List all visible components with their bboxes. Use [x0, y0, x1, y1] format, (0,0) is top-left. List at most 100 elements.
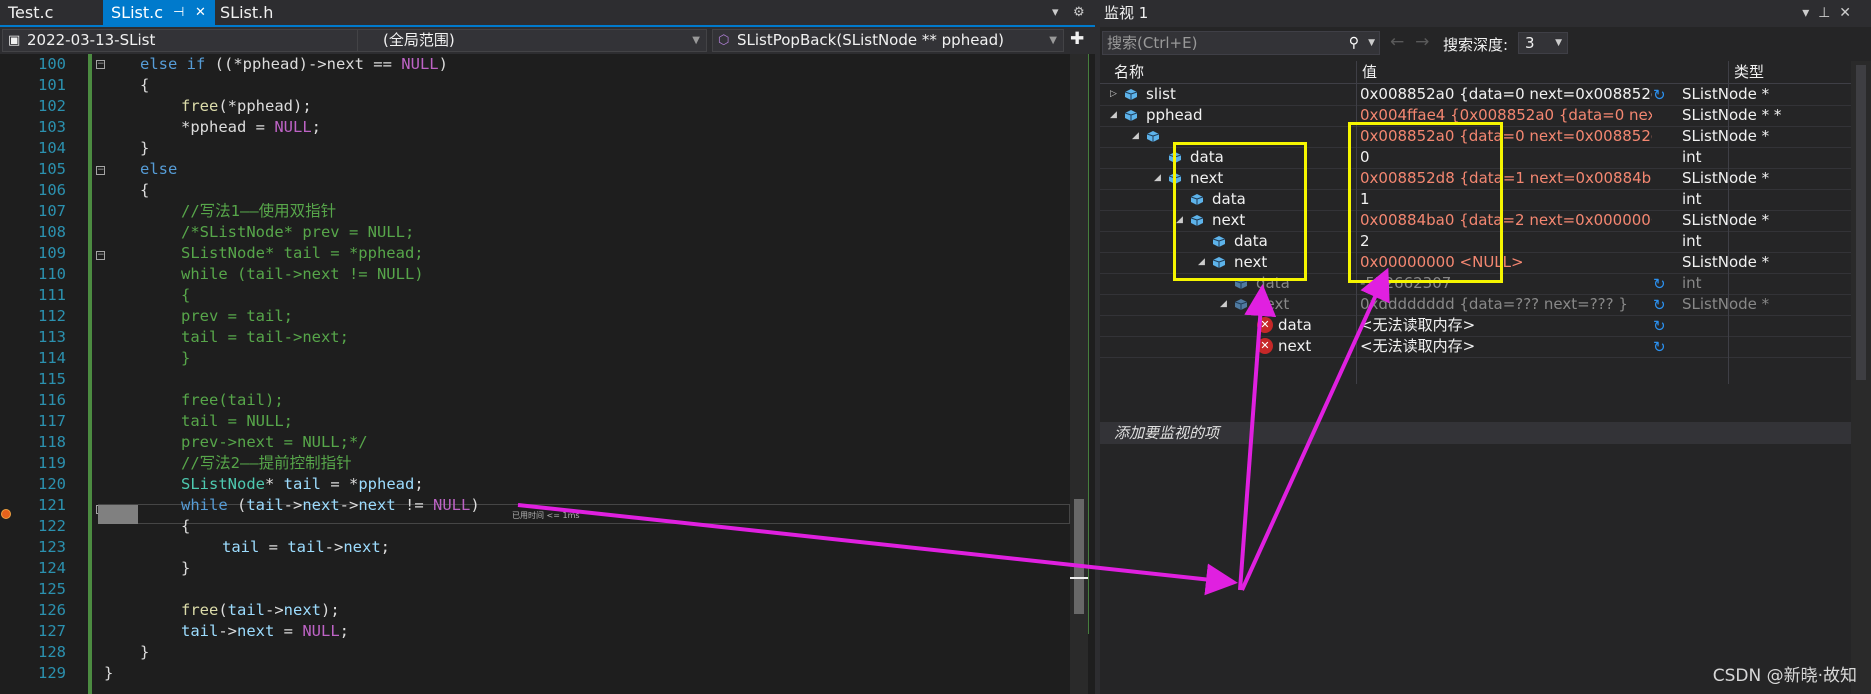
code-line-123: tail = tail->next; [222, 538, 390, 556]
function-icon: ⬡ [718, 33, 730, 48]
watch-type: SListNode * [1682, 295, 1770, 313]
code-line-120: SListNode* tail = *pphead; [181, 475, 424, 493]
line-number: 124 [38, 559, 66, 577]
watch-row[interactable]: ✕ next <无法读取内存> ↻ [1100, 336, 1851, 358]
tab-slist-c[interactable]: SList.c ⊣ ✕ [103, 0, 215, 25]
collapse-icon[interactable]: ◢ [1220, 294, 1227, 315]
refresh-icon[interactable]: ↻ [1653, 274, 1666, 295]
code-line-118: prev->next = NULL;*/ [181, 433, 368, 451]
tab-dropdown-icon[interactable]: ▾ [1052, 0, 1059, 25]
search-nav: ← → [1390, 32, 1429, 52]
collapse-icon[interactable]: − [96, 166, 105, 175]
chevron-down-icon[interactable]: ▾ [1802, 5, 1809, 21]
variable-icon [1125, 110, 1137, 121]
watch-row[interactable]: ✕ data <无法读取内存> ↻ [1100, 315, 1851, 337]
tab-label: Test.c [8, 3, 54, 22]
code-editor: Test.c SList.c ⊣ ✕ SList.h ▾ ⚙ ▣ 2022-03… [0, 0, 1095, 694]
gear-icon[interactable]: ⚙ [1073, 0, 1085, 25]
watch-row[interactable]: ◢ next 0xdddddddd {data=??? next=??? } ↻ SLi… [1100, 294, 1851, 316]
watch-value[interactable]: 0xdddddddd {data=??? next=??? } [1360, 294, 1652, 315]
line-number: 107 [38, 202, 66, 220]
project-icon: ▣ [8, 33, 21, 48]
refresh-icon[interactable]: ↻ [1653, 316, 1666, 337]
line-number: 128 [38, 643, 66, 661]
watch-type: int [1682, 190, 1702, 208]
column-type[interactable]: 类型 [1734, 61, 1764, 83]
function-name: SListPopBack(SListNode ** pphead) [737, 31, 1004, 49]
column-divider[interactable] [1728, 61, 1729, 384]
function-dropdown[interactable]: ⬡ SListPopBack(SListNode ** pphead) ▼ [712, 29, 1064, 52]
code-line-119: //写法2——提前控制指针 [181, 454, 352, 472]
collapse-icon[interactable]: − [96, 251, 105, 260]
watch-type: int [1682, 274, 1702, 292]
search-depth-dropdown[interactable]: 3 ▼ [1518, 32, 1568, 54]
watch-row[interactable]: ▷ slist 0x008852a0 {data=0 next=0x008852d8… [1100, 84, 1851, 106]
line-number: 113 [38, 328, 66, 346]
close-icon[interactable]: ✕ [1839, 5, 1851, 21]
tab-test-c[interactable]: Test.c [0, 0, 88, 25]
code-line-112: prev = tail; [181, 307, 293, 325]
watch-type: SListNode * [1682, 169, 1770, 187]
collapse-icon[interactable]: ◢ [1132, 126, 1139, 147]
watch-value[interactable]: 0x008852a0 {data=0 next=0x008852d8 {data… [1360, 84, 1652, 105]
refresh-icon[interactable]: ↻ [1653, 295, 1666, 316]
pin-icon[interactable]: ⊣ [173, 0, 184, 25]
watch-name: pphead [1146, 106, 1203, 124]
caret-position-mark [1070, 577, 1088, 579]
refresh-icon[interactable]: ↻ [1653, 337, 1666, 358]
scope-dropdown[interactable]: (全局范围) ▼ [357, 29, 707, 52]
close-icon[interactable]: ✕ [195, 0, 206, 25]
line-number: 118 [38, 433, 66, 451]
scrollbar-thumb[interactable] [1856, 65, 1866, 380]
current-statement-marker [98, 505, 138, 524]
code-line-101: { [140, 76, 150, 94]
breakpoint-icon[interactable] [1, 509, 11, 519]
search-depth-label: 搜索深度: [1443, 36, 1509, 54]
forward-arrow-icon[interactable]: → [1415, 32, 1429, 52]
watch-window: 监视 1 ▾ ⊥ ✕ 搜索(Ctrl+E) ⚲ ▼ ← → 搜索深度: 3 ▼ 名… [1100, 0, 1871, 694]
back-arrow-icon[interactable]: ← [1390, 32, 1404, 52]
watch-value[interactable]: <无法读取内存> [1360, 336, 1652, 357]
column-name[interactable]: 名称 [1114, 61, 1144, 83]
line-number: 129 [38, 664, 66, 682]
watch-title-bar: 监视 1 ▾ ⊥ ✕ [1100, 0, 1871, 27]
line-number: 105 [38, 160, 66, 178]
highlight-box-values [1348, 122, 1503, 283]
code-line-104: } [140, 139, 150, 157]
line-number: 111 [38, 286, 66, 304]
pin-icon[interactable]: ⊥ [1818, 5, 1830, 21]
expand-icon[interactable]: ▷ [1110, 84, 1117, 105]
watch-toolbar: 搜索(Ctrl+E) ⚲ ▼ ← → 搜索深度: 3 ▼ [1100, 29, 1871, 59]
code-line-108: /*SListNode* prev = NULL; [181, 223, 415, 241]
search-input[interactable]: 搜索(Ctrl+E) ⚲ ▼ [1102, 31, 1380, 55]
editor-scrollbar[interactable] [1070, 54, 1088, 694]
split-icon[interactable]: ✚ [1070, 27, 1084, 52]
line-number: 126 [38, 601, 66, 619]
elapsed-time-hint: 已用时间 <= 1ms [512, 511, 580, 520]
code-line-127: tail->next = NULL; [181, 622, 349, 640]
collapse-icon[interactable]: ◢ [1110, 105, 1117, 126]
search-icon[interactable]: ⚲ [1349, 32, 1359, 54]
scrollbar-thumb[interactable] [1074, 499, 1084, 614]
window-buttons: ▾ ⊥ ✕ [1802, 0, 1851, 27]
watch-value[interactable]: <无法读取内存> [1360, 315, 1652, 336]
watch-type: int [1682, 232, 1702, 250]
line-number: 114 [38, 349, 66, 367]
watch-scrollbar[interactable] [1851, 61, 1871, 694]
tab-label: SList.c [111, 3, 164, 22]
search-depth-value: 3 [1525, 34, 1535, 52]
line-number: 127 [38, 622, 66, 640]
tab-slist-h[interactable]: SList.h [212, 0, 312, 25]
collapse-icon[interactable]: − [96, 60, 105, 69]
line-number: 123 [38, 538, 66, 556]
add-watch-row[interactable]: 添加要监视的项 [1100, 422, 1851, 444]
error-icon: ✕ [1257, 317, 1273, 333]
line-number: 112 [38, 307, 66, 325]
refresh-icon[interactable]: ↻ [1653, 85, 1666, 106]
collapse-icon[interactable]: ◢ [1154, 168, 1161, 189]
code-line-102: free(*pphead); [181, 97, 312, 115]
column-value[interactable]: 值 [1362, 61, 1377, 83]
watch-header: 名称 值 类型 [1100, 61, 1851, 84]
chevron-down-icon[interactable]: ▼ [1368, 32, 1375, 54]
code-line-105: else [140, 160, 178, 178]
